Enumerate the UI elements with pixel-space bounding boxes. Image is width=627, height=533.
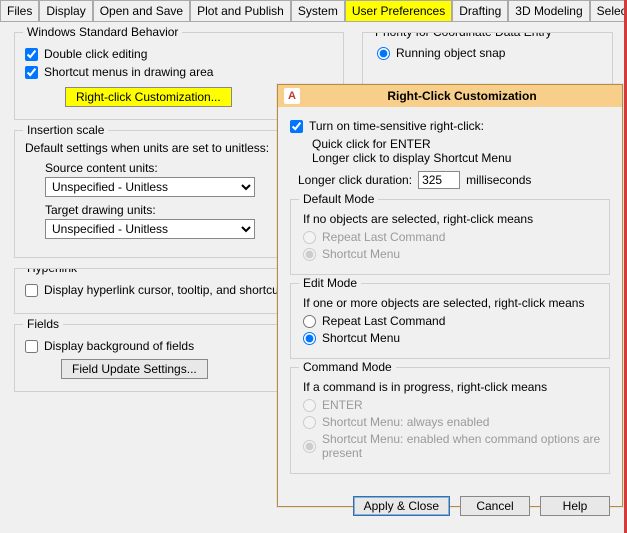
radio-default-shortcut — [303, 248, 316, 261]
radio-running-object-snap[interactable] — [377, 47, 390, 60]
group-title: Priority for Coordinate Data Entry — [371, 32, 556, 39]
group-default-mode: Default Mode If no objects are selected,… — [290, 199, 610, 275]
label-time-sensitive-rc: Turn on time-sensitive right-click: — [309, 119, 484, 133]
label-quick-click: Quick click for ENTER — [312, 137, 610, 151]
dialog-right-click-customization: A Right-Click Customization Turn on time… — [277, 84, 623, 507]
input-duration[interactable] — [418, 171, 460, 189]
tab-selection[interactable]: Selection — [590, 0, 627, 21]
group-priority-coord: Priority for Coordinate Data Entry Runni… — [362, 32, 613, 92]
chk-shortcut-menus-drawing[interactable] — [25, 66, 38, 79]
label-cmd-when-options: Shortcut Menu: enabled when command opti… — [322, 432, 601, 460]
btn-cancel[interactable]: Cancel — [460, 496, 530, 516]
group-title: Insertion scale — [23, 123, 108, 137]
radio-default-repeat — [303, 231, 316, 244]
group-title: Fields — [23, 317, 63, 331]
group-title: Default Mode — [299, 192, 378, 206]
label-edit-shortcut: Shortcut Menu — [322, 331, 400, 345]
group-title: Hyperlink — [23, 268, 81, 275]
group-title: Command Mode — [299, 360, 396, 374]
btn-help[interactable]: Help — [540, 496, 610, 516]
label-field-background: Display background of fields — [44, 339, 194, 353]
select-target-units[interactable]: Unspecified - Unitless — [45, 219, 255, 239]
btn-right-click-customization[interactable]: Right-click Customization... — [65, 87, 232, 107]
tab-files[interactable]: Files — [0, 0, 39, 21]
label-hyperlink-cursor: Display hyperlink cursor, tooltip, and s… — [44, 283, 282, 297]
radio-edit-shortcut[interactable] — [303, 332, 316, 345]
tab-3d-modeling[interactable]: 3D Modeling — [508, 0, 589, 21]
dialog-titlebar[interactable]: A Right-Click Customization — [278, 85, 622, 107]
label-shortcut-menus: Shortcut menus in drawing area — [44, 65, 213, 79]
tab-drafting[interactable]: Drafting — [452, 0, 508, 21]
label-edit-repeat: Repeat Last Command — [322, 314, 445, 328]
tab-user-preferences[interactable]: User Preferences — [345, 0, 452, 21]
radio-edit-repeat[interactable] — [303, 315, 316, 328]
select-source-units[interactable]: Unspecified - Unitless — [45, 177, 255, 197]
group-title: Windows Standard Behavior — [23, 25, 182, 39]
desc-default-mode: If no objects are selected, right-click … — [303, 212, 601, 226]
label-longer-click: Longer click to display Shortcut Menu — [312, 151, 610, 165]
tab-plot-and-publish[interactable]: Plot and Publish — [190, 0, 291, 21]
chk-double-click-editing[interactable] — [25, 48, 38, 61]
label-duration-unit: milliseconds — [466, 173, 531, 187]
group-edit-mode: Edit Mode If one or more objects are sel… — [290, 283, 610, 359]
label-double-click: Double click editing — [44, 47, 147, 61]
radio-cmd-enter — [303, 399, 316, 412]
app-icon: A — [284, 88, 300, 104]
radio-cmd-always — [303, 416, 316, 429]
dialog-title-text: Right-Click Customization — [308, 89, 616, 103]
btn-field-update-settings[interactable]: Field Update Settings... — [61, 359, 208, 379]
label-duration: Longer click duration: — [298, 173, 412, 187]
chk-time-sensitive-rc[interactable] — [290, 120, 303, 133]
tab-system[interactable]: System — [291, 0, 345, 21]
chk-hyperlink-cursor[interactable] — [25, 284, 38, 297]
label-cmd-enter: ENTER — [322, 398, 363, 412]
group-title: Edit Mode — [299, 276, 361, 290]
chk-field-background[interactable] — [25, 340, 38, 353]
label-running-object-snap: Running object snap — [396, 46, 505, 60]
label-cmd-always: Shortcut Menu: always enabled — [322, 415, 489, 429]
desc-command-mode: If a command is in progress, right-click… — [303, 380, 601, 394]
label-default-shortcut: Shortcut Menu — [322, 247, 400, 261]
desc-edit-mode: If one or more objects are selected, rig… — [303, 296, 601, 310]
btn-apply-close[interactable]: Apply & Close — [353, 496, 450, 516]
radio-cmd-when-options — [303, 440, 316, 453]
tab-bar: Files Display Open and Save Plot and Pub… — [0, 0, 627, 22]
tab-open-and-save[interactable]: Open and Save — [93, 0, 190, 21]
label-default-repeat: Repeat Last Command — [322, 230, 445, 244]
tab-display[interactable]: Display — [39, 0, 92, 21]
group-command-mode: Command Mode If a command is in progress… — [290, 367, 610, 474]
